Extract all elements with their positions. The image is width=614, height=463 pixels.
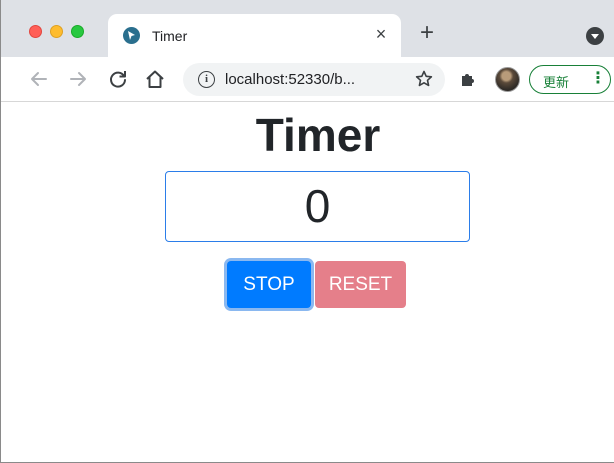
tab-title: Timer [152, 28, 188, 44]
tab-search-icon[interactable] [586, 27, 604, 45]
close-tab-icon[interactable]: × [371, 24, 391, 44]
reset-button[interactable]: RESET [315, 261, 406, 308]
page-content: Timer 0 STOP RESET [1, 102, 614, 462]
star-icon[interactable] [414, 69, 434, 89]
stop-button[interactable]: STOP [227, 261, 311, 308]
update-button[interactable]: 更新 ⋮ [529, 65, 611, 94]
new-tab-icon[interactable]: + [415, 21, 439, 46]
cursor-arrow-icon [123, 27, 140, 44]
more-options-icon[interactable]: ⋮ [590, 70, 606, 90]
url-text: localhost:52330/b... [225, 71, 356, 88]
timer-display: 0 [165, 171, 470, 242]
minimize-window-button[interactable] [50, 25, 63, 38]
home-icon[interactable] [144, 68, 166, 90]
close-window-button[interactable] [29, 25, 42, 38]
update-label: 更新 [543, 75, 570, 90]
page-title: Timer [255, 109, 381, 161]
tab-timer[interactable]: Timer × [108, 14, 401, 57]
avatar[interactable] [495, 67, 520, 92]
forward-arrow-icon[interactable] [67, 68, 89, 90]
reload-icon[interactable] [107, 68, 129, 90]
address-bar[interactable]: i localhost:52330/b... [183, 63, 445, 96]
site-info-icon[interactable]: i [198, 71, 215, 88]
back-arrow-icon[interactable] [28, 68, 50, 90]
tab-strip: Timer × + [1, 0, 614, 57]
puzzle-icon[interactable] [458, 69, 478, 89]
maximize-window-button[interactable] [71, 25, 84, 38]
browser-window: Timer × + i localhost:52330/b... 更新 ⋮ Ti… [0, 0, 614, 463]
browser-toolbar: i localhost:52330/b... 更新 ⋮ [1, 57, 614, 102]
